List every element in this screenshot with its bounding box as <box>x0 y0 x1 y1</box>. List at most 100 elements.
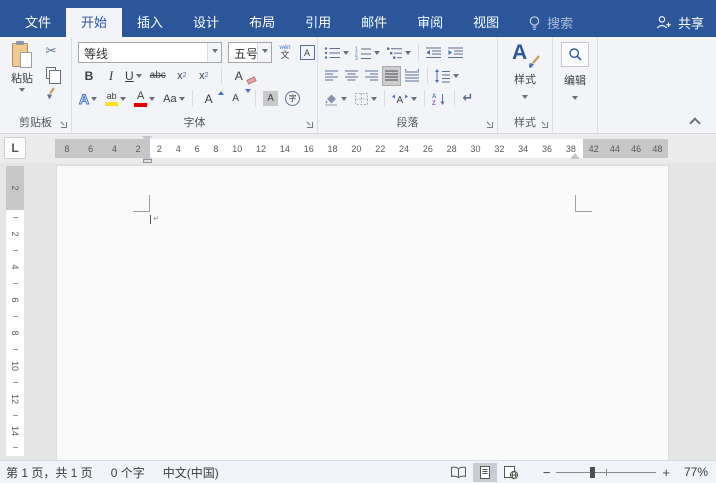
zoom-slider-thumb[interactable] <box>590 467 595 478</box>
numbering-icon: 1 2 3 <box>355 46 372 60</box>
ruler-number: 8 <box>10 324 20 342</box>
scissors-icon: ✂ <box>46 44 57 59</box>
collapse-ribbon-button[interactable] <box>690 117 700 125</box>
sort-button[interactable]: A Z <box>430 89 448 109</box>
paste-button[interactable]: 粘贴 <box>5 41 39 111</box>
tab-layout[interactable]: 布局 <box>234 8 290 37</box>
styles-dialog-launcher[interactable] <box>540 120 549 129</box>
character-border-button[interactable]: A <box>298 43 316 63</box>
ruler-tick <box>13 250 18 251</box>
borders-button[interactable] <box>353 89 378 109</box>
horizontal-ruler[interactable]: 8642 2468101214161820222426283032343638 … <box>55 139 668 158</box>
font-size-combo[interactable]: 五号 <box>228 42 272 63</box>
page-number-status[interactable]: 第 1 页，共 1 页 <box>6 464 93 481</box>
justify-button[interactable] <box>382 66 401 86</box>
ruler-number: 12 <box>256 144 266 154</box>
change-case-button[interactable]: Aa <box>162 89 185 109</box>
font-size-dropdown[interactable] <box>257 43 271 62</box>
numbering-button[interactable]: 1 2 3 <box>354 43 381 63</box>
zoom-percentage[interactable]: 77% <box>674 465 708 479</box>
lightbulb-icon <box>528 15 541 31</box>
character-shading-button[interactable]: A <box>262 89 280 109</box>
grow-font-button[interactable]: A <box>200 89 218 109</box>
web-layout-button[interactable] <box>499 463 523 482</box>
right-indent-marker[interactable] <box>570 148 580 159</box>
ruler-number: 6 <box>88 144 93 154</box>
ruler-number: 2 <box>10 179 20 197</box>
enclose-characters-button[interactable]: 字 <box>284 89 302 109</box>
tab-file[interactable]: 文件 <box>10 8 66 37</box>
font-name-combo[interactable]: 等线 <box>78 42 222 63</box>
ruler-number: 8 <box>64 144 69 154</box>
font-name-value: 等线 <box>79 43 207 62</box>
bullets-button[interactable] <box>323 43 350 63</box>
word-count-status[interactable]: 0 个字 <box>111 464 145 481</box>
tab-home[interactable]: 开始 <box>66 8 122 37</box>
tab-references[interactable]: 引用 <box>290 8 346 37</box>
zoom-in-button[interactable]: + <box>658 465 674 480</box>
magnifier-icon <box>568 47 583 62</box>
clipboard-dialog-launcher[interactable] <box>59 120 68 129</box>
decrease-indent-button[interactable] <box>424 43 443 63</box>
styles-button[interactable]: A 样式 <box>501 40 549 112</box>
subscript-button[interactable]: x2 <box>173 66 191 86</box>
ruler-number: 28 <box>447 144 457 154</box>
share-button[interactable]: 共享 <box>655 8 704 37</box>
ruler-number: 10 <box>10 357 20 375</box>
copy-button[interactable] <box>42 63 60 82</box>
distribute-button[interactable] <box>403 66 421 86</box>
asian-layout-button[interactable]: A <box>390 89 418 109</box>
tell-me-search[interactable]: 搜索 <box>528 8 573 37</box>
ribbon-tab-bar: 文件开始插入设计布局引用邮件审阅视图 搜索 共享 <box>0 0 716 37</box>
font-color-button[interactable]: A <box>133 89 156 109</box>
enclose-characters-icon: 字 <box>285 91 300 106</box>
strikethrough-button[interactable]: abc <box>149 66 167 86</box>
first-line-indent-marker[interactable] <box>142 136 152 147</box>
font-name-dropdown[interactable] <box>207 43 221 62</box>
font-dialog-launcher[interactable] <box>305 120 314 129</box>
tab-strip: 文件开始插入设计布局引用邮件审阅视图 <box>0 8 514 37</box>
tab-review[interactable]: 审阅 <box>402 8 458 37</box>
align-center-button[interactable] <box>342 66 360 86</box>
increase-indent-button[interactable] <box>446 43 465 63</box>
paragraph-dialog-launcher[interactable] <box>485 120 494 129</box>
vertical-ruler[interactable]: 2 2468101214 <box>6 166 24 456</box>
multilevel-list-button[interactable] <box>385 43 412 63</box>
tab-view[interactable]: 视图 <box>458 8 514 37</box>
ruler-number: 6 <box>195 144 200 154</box>
h-ruler-mid: 2468101214161820222426283032343638 <box>150 139 583 158</box>
shrink-font-button[interactable]: A <box>227 89 245 109</box>
text-effects-button[interactable]: A <box>78 89 98 109</box>
phonetic-guide-button[interactable]: wén 文 <box>276 43 294 63</box>
print-layout-button[interactable] <box>473 463 497 482</box>
zoom-slider[interactable] <box>556 465 656 480</box>
align-left-button[interactable] <box>322 66 340 86</box>
read-mode-button[interactable] <box>447 463 471 482</box>
tab-selector-button[interactable]: L <box>4 137 26 159</box>
italic-button[interactable]: I <box>102 66 120 86</box>
zoom-out-button[interactable]: − <box>539 465 555 480</box>
tab-mailings[interactable]: 邮件 <box>346 8 402 37</box>
line-spacing-button[interactable] <box>433 66 460 86</box>
underline-button[interactable]: U <box>124 66 143 86</box>
svg-text:A: A <box>397 95 404 106</box>
clear-formatting-button[interactable]: A <box>230 66 248 86</box>
character-scale-icon: A <box>391 92 409 106</box>
tab-design[interactable]: 设计 <box>178 8 234 37</box>
clipboard-small-buttons: ✂ <box>42 42 60 103</box>
ruler-tick <box>13 316 18 317</box>
bold-button[interactable]: B <box>80 66 98 86</box>
tab-insert[interactable]: 插入 <box>122 8 178 37</box>
show-hide-marks-button[interactable]: ↵ <box>459 89 477 109</box>
superscript-button[interactable]: x2 <box>195 66 213 86</box>
cut-button[interactable]: ✂ <box>42 42 60 61</box>
paint-bucket-icon <box>323 92 339 106</box>
language-status[interactable]: 中文(中国) <box>163 464 219 481</box>
format-painter-button[interactable] <box>42 84 60 103</box>
align-right-button[interactable] <box>362 66 380 86</box>
highlight-color-button[interactable]: ab <box>104 89 127 109</box>
shading-button[interactable] <box>322 89 348 109</box>
editing-button[interactable]: 编辑 <box>556 40 594 112</box>
document-page[interactable]: ↵ <box>57 166 668 460</box>
hanging-indent-marker[interactable] <box>142 148 152 159</box>
